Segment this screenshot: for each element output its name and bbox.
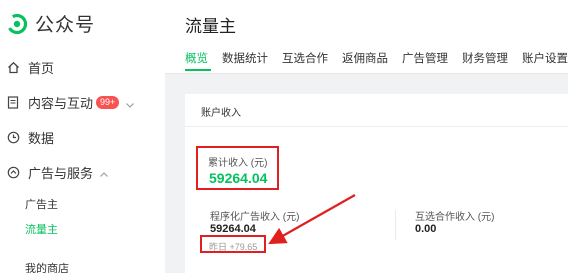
annotation-arrow-icon xyxy=(268,194,356,245)
